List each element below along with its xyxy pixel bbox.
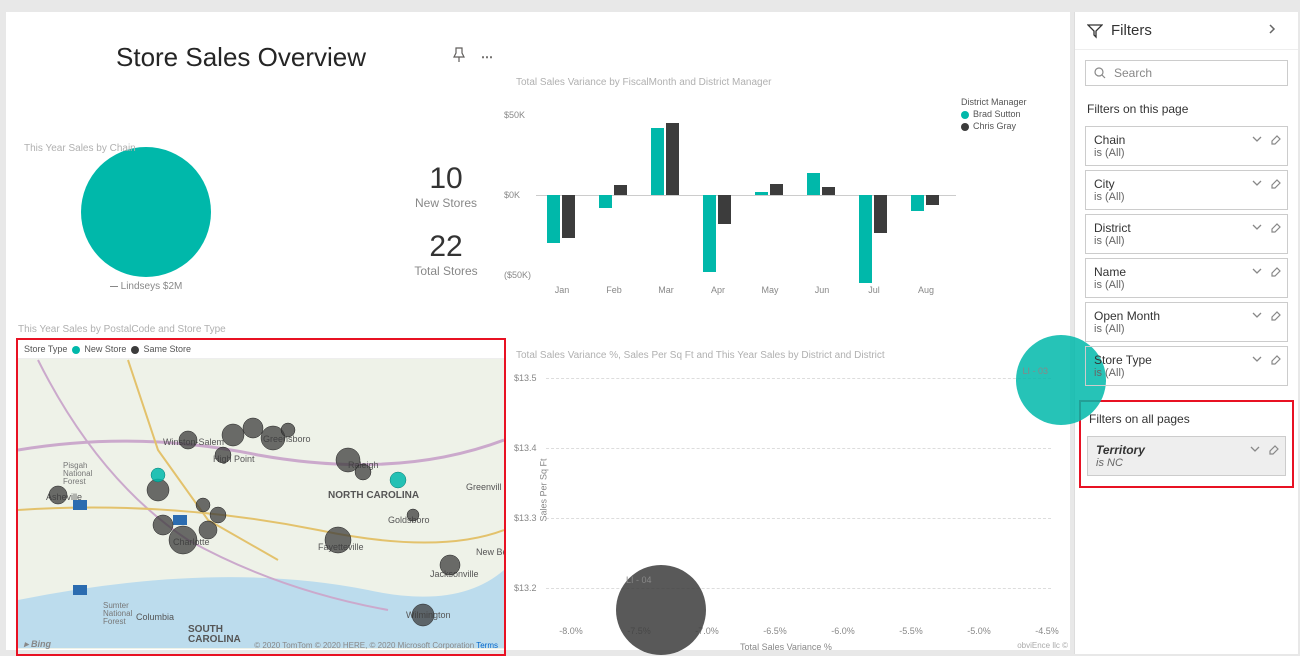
map-title: This Year Sales by PostalCode and Store …: [18, 324, 226, 335]
filter-card-chain[interactable]: Chainis (All): [1085, 126, 1288, 166]
svg-text:Forest: Forest: [103, 617, 126, 626]
kpi-cards: 10 New Stores 22 Total Stores: [396, 162, 496, 298]
filter-card-open-month[interactable]: Open Monthis (All): [1085, 302, 1288, 342]
bar: [599, 195, 612, 208]
bar-chart-legend: District Manager Brad Sutton Chris Gray: [961, 97, 1061, 131]
search-icon: [1094, 67, 1106, 79]
map-legend: Store Type New Store Same Store: [18, 340, 504, 359]
new-stores-label: New Stores: [396, 196, 496, 210]
filter-search[interactable]: Search: [1085, 60, 1288, 86]
filter-card-district[interactable]: Districtis (All): [1085, 214, 1288, 254]
bar: [718, 195, 731, 224]
pin-icon[interactable]: [451, 47, 467, 66]
filters-pane: Filters Search Filters on this page Chai…: [1074, 12, 1298, 654]
eraser-icon[interactable]: [1269, 133, 1281, 145]
bar: [547, 195, 560, 243]
scatter-title: Total Sales Variance %, Sales Per Sq Ft …: [516, 350, 1056, 361]
bar-chart-plot: JanFebMarAprMayJunJulAug: [536, 97, 956, 277]
bar: [562, 195, 575, 238]
chevron-down-icon[interactable]: [1251, 353, 1263, 365]
eraser-icon[interactable]: [1269, 265, 1281, 277]
new-stores-value: 10: [396, 162, 496, 196]
chevron-down-icon[interactable]: [1249, 443, 1261, 455]
report-title: Store Sales Overview: [116, 42, 366, 73]
svg-text:New Ber: New Ber: [476, 547, 504, 557]
scatter-visual[interactable]: Total Sales Variance %, Sales Per Sq Ft …: [516, 350, 1056, 660]
svg-text:Forest: Forest: [63, 477, 86, 486]
bar: [807, 173, 820, 195]
eraser-icon[interactable]: [1267, 443, 1279, 455]
filter-card-store-type[interactable]: Store Typeis (All): [1085, 346, 1288, 386]
svg-text:Columbia: Columbia: [136, 612, 174, 622]
more-options-icon[interactable]: ⋯: [481, 50, 495, 64]
eraser-icon[interactable]: [1269, 353, 1281, 365]
bar-chart-title: Total Sales Variance by FiscalMonth and …: [516, 77, 1056, 88]
donut-legend: Lindseys $2M: [16, 281, 276, 292]
total-stores-value: 22: [396, 230, 496, 264]
eraser-icon[interactable]: [1269, 177, 1281, 189]
bar: [859, 195, 872, 283]
filter-card-name[interactable]: Nameis (All): [1085, 258, 1288, 298]
bar: [911, 195, 924, 211]
chevron-down-icon[interactable]: [1251, 177, 1263, 189]
bing-logo: ▸ Bing: [24, 639, 51, 650]
bar: [703, 195, 716, 272]
chevron-down-icon[interactable]: [1251, 221, 1263, 233]
map-copyright: © 2020 TomTom © 2020 HERE, © 2020 Micros…: [254, 641, 498, 650]
chevron-down-icon[interactable]: [1251, 265, 1263, 277]
filter-icon: [1087, 23, 1103, 39]
filters-header: Filters: [1075, 12, 1298, 50]
chevron-down-icon[interactable]: [1251, 309, 1263, 321]
svg-text:Greenvill: Greenvill: [466, 482, 502, 492]
bar: [822, 187, 835, 195]
bar: [666, 123, 679, 195]
filter-card-city[interactable]: Cityis (All): [1085, 170, 1288, 210]
search-placeholder: Search: [1114, 66, 1152, 80]
filter-card-territory[interactable]: Territory is NC: [1087, 436, 1286, 476]
bar: [770, 184, 783, 195]
svg-text:CAROLINA: CAROLINA: [188, 634, 241, 645]
total-stores-label: Total Stores: [396, 264, 496, 278]
eraser-icon[interactable]: [1269, 221, 1281, 233]
donut-chart: [81, 147, 211, 277]
report-canvas: Store Sales Overview ⋯ This Year Sales b…: [6, 12, 1070, 650]
collapse-pane-icon[interactable]: [1266, 23, 1286, 38]
map-terms-link[interactable]: Terms: [476, 641, 498, 650]
bar: [874, 195, 887, 233]
page-filters-section: Filters on this page: [1075, 96, 1298, 122]
svg-text:NORTH CAROLINA: NORTH CAROLINA: [328, 490, 419, 501]
scatter-plot: LI - 04 LI - 03: [546, 370, 1051, 620]
donut-visual[interactable]: This Year Sales by Chain Lindseys $2M: [16, 147, 276, 292]
map-visual[interactable]: Store Type New Store Same Store PisgahNa…: [16, 338, 506, 656]
obvience-credit: obviEnce llc ©: [1017, 641, 1068, 650]
donut-title: This Year Sales by Chain: [24, 143, 136, 154]
bar-chart-visual[interactable]: Total Sales Variance by FiscalMonth and …: [516, 77, 1056, 307]
all-pages-section: Filters on all pages: [1081, 406, 1292, 432]
bar: [926, 195, 939, 205]
eraser-icon[interactable]: [1269, 309, 1281, 321]
bar: [614, 185, 627, 195]
all-pages-filters-highlight: Filters on all pages Territory is NC: [1079, 400, 1294, 488]
bar: [651, 128, 664, 195]
chevron-down-icon[interactable]: [1251, 133, 1263, 145]
bar: [755, 192, 768, 195]
map-canvas[interactable]: PisgahNationalForest Asheville Winston-S…: [18, 359, 504, 649]
